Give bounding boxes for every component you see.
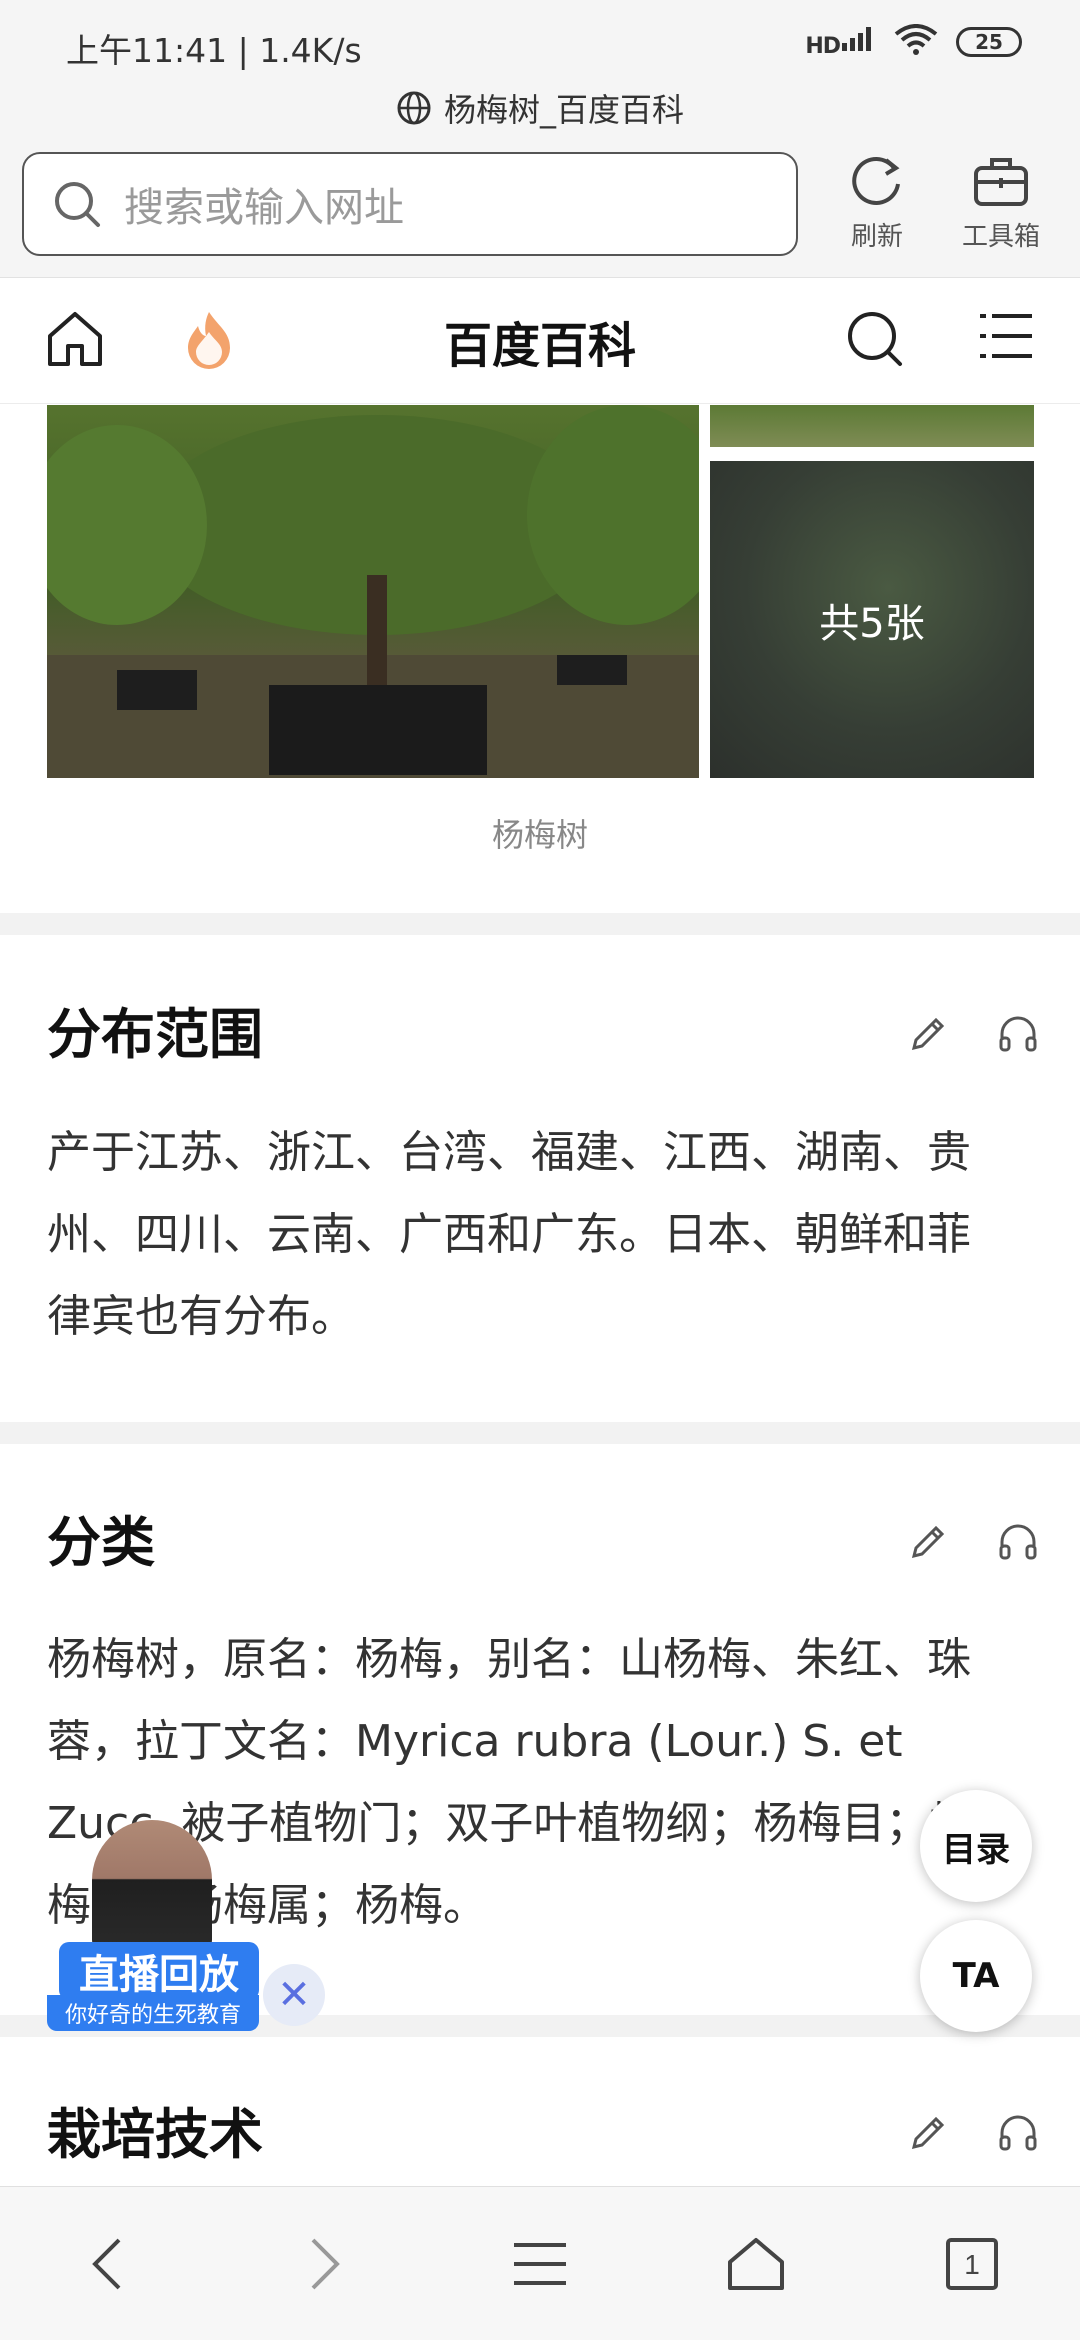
chevron-right-icon [311,2238,340,2289]
globe-icon [397,91,431,125]
section-title-classification: 分类 [47,1511,155,1574]
signal-icon: HD [805,25,876,59]
listen-icon[interactable] [996,1520,1040,1568]
tree-photo-main[interactable] [47,405,699,778]
refresh-label: 刷新 [850,222,903,252]
page-title: 杨梅树_百度百科 [0,90,1080,129]
status-icons: HD 25 [805,24,1022,60]
section-title-distribution: 分布范围 [47,1003,263,1066]
section-divider [0,1422,1080,1444]
section-tools [906,1012,1040,1060]
search-icon [55,182,100,227]
home-button[interactable] [706,2214,806,2314]
browser-toolbar: 杨梅树_百度百科 搜索或输入网址 刷新 工具箱 [0,90,1080,278]
live-title: 直播回放 [59,1942,259,2000]
section-divider [0,913,1080,935]
bottom-nav: 1 [0,2186,1080,2340]
image-caption: 杨梅树 [491,816,588,854]
home-icon [728,2237,784,2290]
tabs-icon: 1 [946,2237,998,2290]
section-tools [906,1520,1040,1568]
toolbox-icon [974,158,1028,206]
edit-icon[interactable] [906,2111,950,2159]
page-title-text: 杨梅树_百度百科 [443,91,684,129]
back-button[interactable] [58,2214,158,2314]
menu-icon [514,2242,566,2285]
toolbox-button[interactable]: 工具箱 [946,150,1056,260]
image-count: 共5张 [819,600,925,647]
live-replay-badge[interactable]: 直播回放 你好奇的生死教育 ✕ [47,1820,337,2031]
site-title: 百度百科 [443,318,636,374]
site-header: 百度百科 [0,278,1080,404]
live-host-avatar [92,1820,212,1950]
section-tools [906,2111,1040,2159]
tabs-button[interactable]: 1 [922,2214,1022,2314]
section-title-cultivation: 栽培技术 [47,2103,263,2166]
ta-button[interactable]: TA [920,1920,1032,2032]
toolbox-label: 工具箱 [961,222,1040,252]
wifi-icon [894,24,938,60]
refresh-button[interactable]: 刷新 [822,150,932,260]
toc-button[interactable]: 目录 [920,1790,1032,1902]
forward-button[interactable] [274,2214,374,2314]
refresh-icon [852,157,900,205]
tabs-count: 1 [964,2249,980,2280]
edit-icon[interactable] [906,1520,950,1568]
listen-icon[interactable] [996,1012,1040,1060]
address-placeholder: 搜索或输入网址 [124,185,404,231]
section-text-distribution: 产于江苏、浙江、台湾、福建、江西、湖南、贵州、四川、云南、广西和广东。日本、朝鲜… [47,1127,971,1342]
chevron-left-icon [92,2238,121,2289]
live-subtitle: 你好奇的生死教育 [47,1995,259,2031]
tree-photo-thumb[interactable] [710,405,1034,447]
status-bar: 上午11:41 | 1.4K/s HD 25 [0,0,1080,90]
edit-icon[interactable] [906,1012,950,1060]
status-time: 上午11:41 | 1.4K/s [66,31,362,70]
tree-photo-more[interactable]: 共5张 [710,461,1034,778]
menu-icon[interactable] [978,308,1034,368]
search-icon[interactable] [844,308,906,374]
listen-icon[interactable] [996,2111,1040,2159]
battery-icon: 25 [956,27,1022,57]
menu-button[interactable] [490,2214,590,2314]
address-bar[interactable]: 搜索或输入网址 [22,152,798,256]
close-icon[interactable]: ✕ [263,1964,325,2026]
